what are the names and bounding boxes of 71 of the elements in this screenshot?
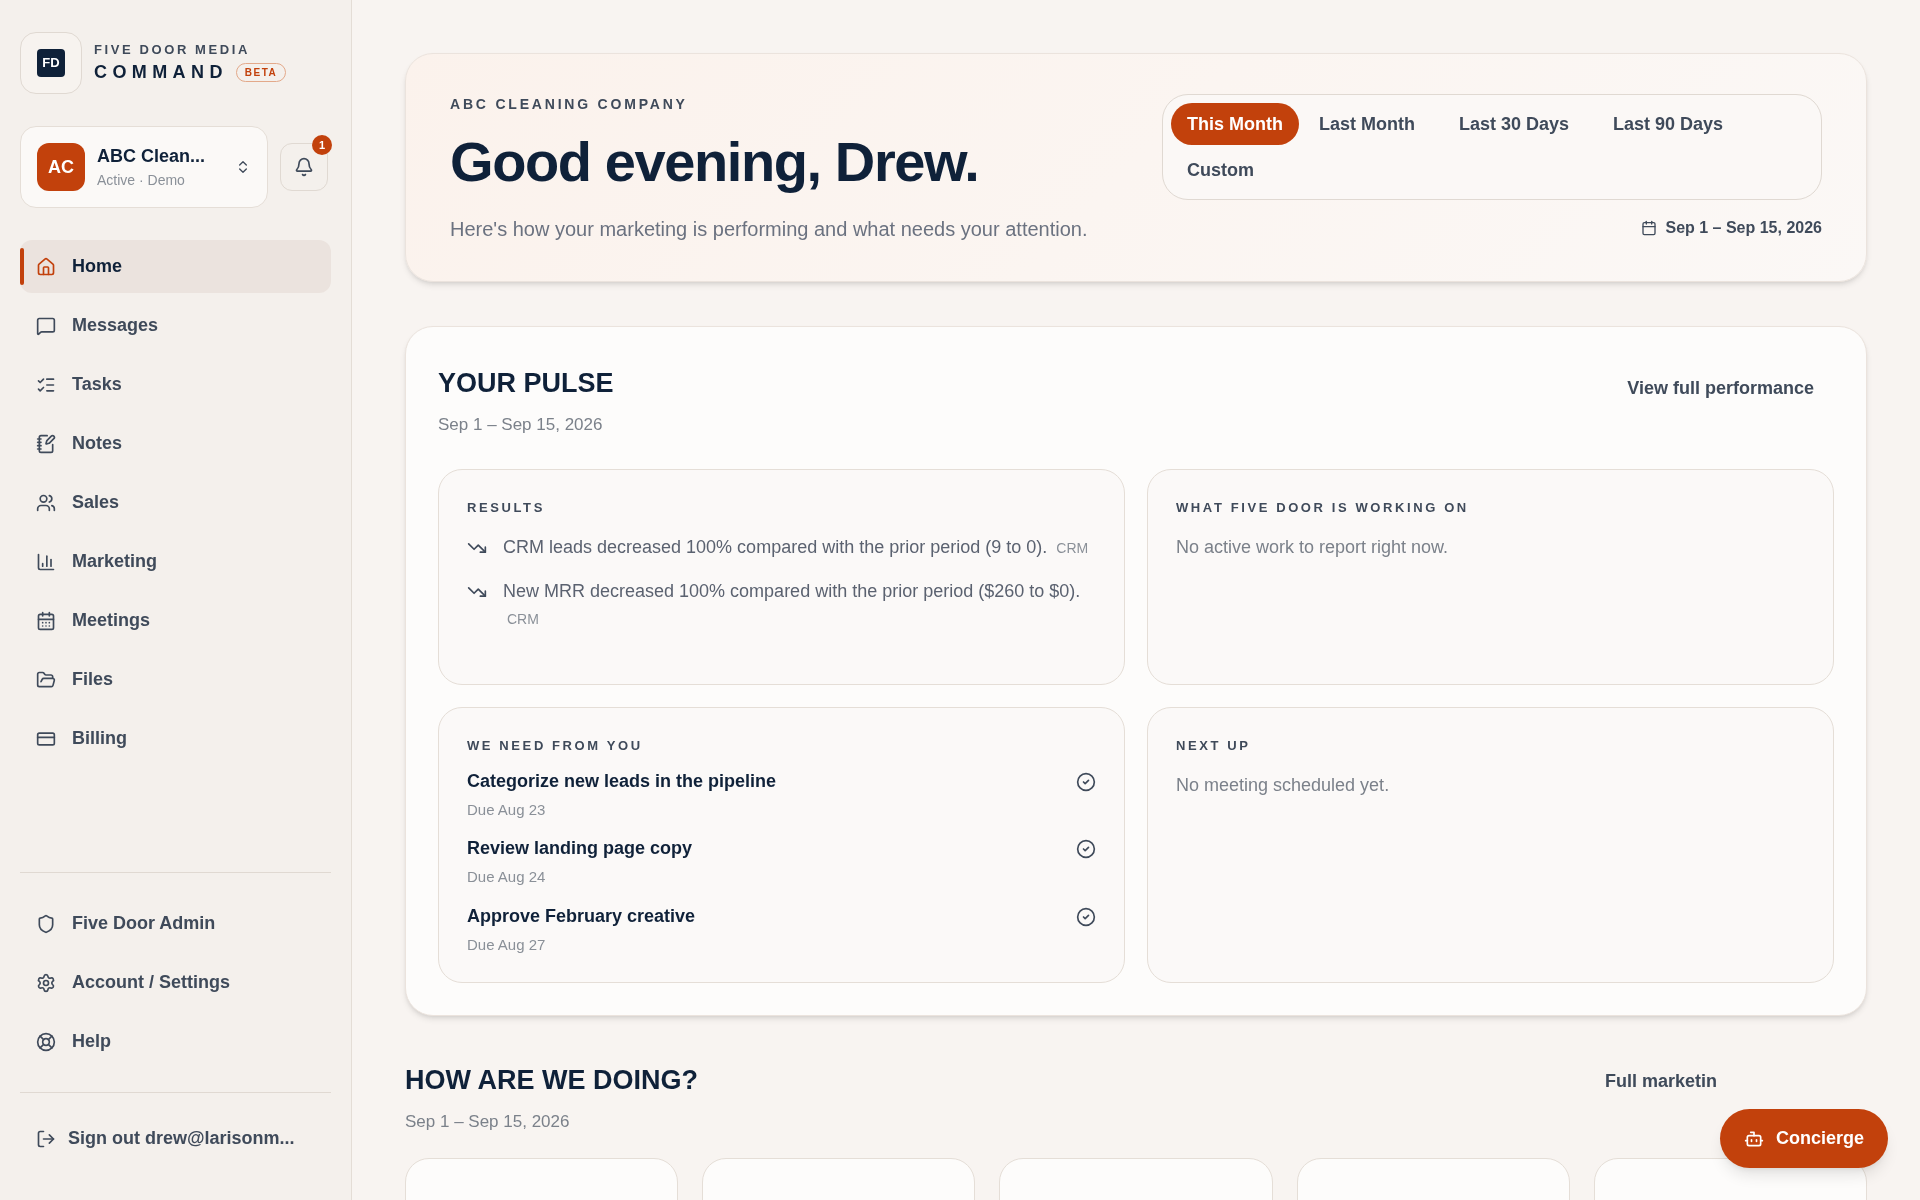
nav-item[interactable]: Billing — [20, 712, 331, 765]
sign-out-icon — [36, 1128, 56, 1149]
lifebuoy-icon — [36, 1031, 56, 1052]
calendar-icon — [1641, 220, 1658, 236]
bar-chart-icon — [36, 551, 56, 572]
greeting-subtitle: Here's how your marketing is performing and what needs your attention. — [450, 217, 1088, 242]
section-label: WE NEED FROM YOU — [467, 737, 644, 755]
users-icon — [36, 492, 56, 513]
check-circle-icon — [1076, 906, 1096, 927]
task-title: Review landing page copy — [467, 837, 693, 860]
range-tab[interactable]: Last 90 Days — [1597, 103, 1740, 145]
result-text: CRM leads decreased 100% compared with the prior period (9 to 0). CRM — [503, 535, 1089, 559]
brand-overline: FIVE DOOR MEDIA — [94, 40, 251, 59]
section-label: WHAT FIVE DOOR IS WORKING ON — [1176, 499, 1470, 517]
account-switcher[interactable]: AC ABC Clean... Active · Demo — [20, 126, 268, 208]
section-dates: Sep 1 – Sep 15, 2026 — [438, 413, 604, 436]
range-tab[interactable]: Last Month — [1303, 103, 1431, 145]
settings-icon — [36, 972, 56, 993]
section-label: RESULTS — [467, 499, 546, 517]
calendar-icon — [36, 610, 56, 631]
section-dates: Sep 1 – Sep 15, 2026 — [405, 1110, 571, 1133]
nav-item[interactable]: Help — [20, 1015, 331, 1068]
task-due: Due Aug 27 — [467, 934, 547, 955]
task-title: Approve February creative — [467, 904, 696, 928]
account-name: ABC Clean... — [97, 145, 207, 168]
notification-button[interactable] — [280, 143, 328, 191]
bell-icon — [294, 157, 314, 177]
nav-item[interactable]: Account / Settings — [20, 956, 331, 1009]
date-range: Sep 1 – Sep 15, 2026 — [1665, 218, 1822, 238]
logo: FD — [37, 49, 65, 77]
task-due: Due Aug 23 — [467, 799, 547, 820]
task-due: Due Aug 24 — [467, 867, 547, 887]
nav-item[interactable]: Tasks — [20, 358, 331, 411]
nav-item[interactable]: Messages — [20, 299, 331, 352]
nav-item[interactable]: Marketing — [20, 535, 331, 588]
range-tab[interactable]: Custom — [1171, 149, 1270, 191]
account-status: Active · Demo — [97, 171, 186, 190]
result-text: New MRR decreased 100% compared with the prior period ($260 to $0). CRM — [503, 579, 1082, 629]
section-label: NEXT UP — [1176, 737, 1252, 755]
home-icon — [36, 256, 56, 277]
nav-item[interactable]: Sales — [20, 476, 331, 529]
nav-item[interactable]: Five Door Admin — [20, 897, 331, 950]
complete-task-button[interactable] — [1076, 906, 1096, 927]
range-tab[interactable]: This Month — [1171, 103, 1299, 145]
folder-icon — [36, 669, 56, 690]
section-title: YOUR PULSE — [438, 367, 614, 400]
nav-item[interactable]: Home — [20, 240, 331, 293]
complete-task-button[interactable] — [1076, 839, 1096, 859]
check-circle-icon — [1076, 771, 1096, 792]
greeting-title: Good evening, Drew. — [450, 129, 980, 195]
complete-task-button[interactable] — [1076, 771, 1096, 792]
range-tab[interactable]: Last 30 Days — [1443, 103, 1586, 145]
nav-item[interactable]: Meetings — [20, 594, 331, 647]
brand-name: COMMAND — [94, 61, 228, 85]
nav-item[interactable]: Notes — [20, 417, 331, 470]
empty-text: No active work to report right now. — [1176, 535, 1450, 559]
task-title: Categorize new leads in the pipeline — [467, 769, 777, 793]
sign-out-link[interactable]: Sign out drew@larisonm... — [20, 1125, 331, 1152]
message-icon — [36, 315, 56, 336]
account-avatar: AC — [37, 143, 85, 191]
section-title: HOW ARE WE DOING? — [405, 1064, 698, 1097]
concierge-button[interactable]: Concierge — [1719, 1109, 1888, 1168]
nav-item[interactable]: Files — [20, 653, 331, 706]
notebook-icon — [36, 433, 56, 454]
performance-link[interactable]: View full performance — [1627, 375, 1814, 402]
company-name: ABC CLEANING COMPANY — [450, 95, 689, 114]
notification-badge: 1 — [312, 135, 332, 155]
shield-icon — [36, 913, 56, 934]
marketing-link[interactable]: Full marketin — [1604, 1068, 1717, 1095]
empty-text: No meeting scheduled yet. — [1176, 773, 1391, 797]
check-circle-icon — [1076, 839, 1096, 859]
